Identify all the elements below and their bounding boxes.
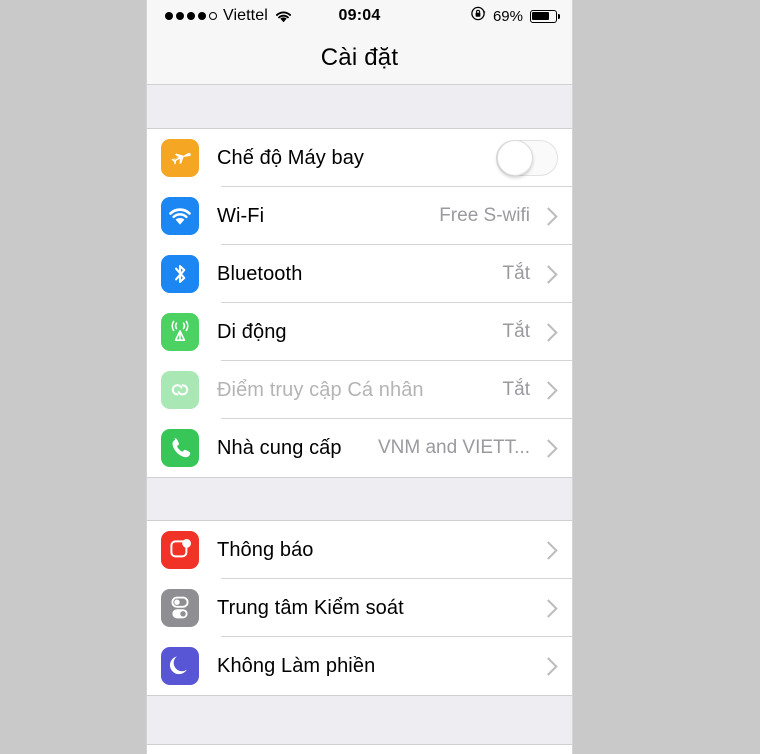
page-title: Cài đặt xyxy=(320,44,399,71)
chevron-right-icon xyxy=(539,264,558,284)
settings-row-value: Free S-wifi xyxy=(439,205,530,226)
settings-row-value: VNM and VIETT... xyxy=(377,437,530,458)
settings-row[interactable]: Không Làm phiền xyxy=(147,637,572,695)
settings-row-label: Wi-Fi xyxy=(217,204,265,227)
settings-row[interactable]: Bluetooth Tắt xyxy=(147,245,572,303)
settings-row-label: Không Làm phiền xyxy=(217,654,376,677)
battery-percentage: 69% xyxy=(492,7,523,25)
do-not-disturb-moon-icon xyxy=(161,647,199,685)
settings-row-label: Nhà cung cấp xyxy=(217,436,342,459)
settings-row[interactable]: Nhà cung cấp VNM and VIETT... xyxy=(147,419,572,477)
bluetooth-icon xyxy=(161,255,199,293)
chevron-right-icon xyxy=(539,540,558,560)
airplane-mode-toggle[interactable] xyxy=(496,140,558,176)
group-spacer-bottom xyxy=(147,695,572,745)
chevron-right-icon xyxy=(539,656,558,676)
settings-row: Điểm truy cập Cá nhân Tắt xyxy=(147,361,572,419)
settings-row[interactable]: Chế độ Máy bay xyxy=(147,129,572,187)
settings-row-label: Di động xyxy=(217,320,287,343)
toggle-knob xyxy=(497,140,533,176)
airplane-icon xyxy=(161,139,199,177)
settings-row-value: Tắt xyxy=(502,321,530,342)
settings-group-system: Thông báo Trung tâm Kiểm soát Không Làm ph… xyxy=(147,521,572,695)
settings-row-label: Thông báo xyxy=(217,538,314,561)
status-bar-right: 69% xyxy=(471,6,560,26)
settings-row[interactable]: Wi-Fi Free S-wifi xyxy=(147,187,572,245)
chevron-right-icon xyxy=(539,206,558,226)
settings-row[interactable]: Thông báo xyxy=(147,521,572,579)
settings-group-connectivity: Chế độ Máy bay Wi-Fi Free S-wifi Bluetooth T… xyxy=(147,129,572,477)
notifications-icon xyxy=(161,531,199,569)
chevron-right-icon xyxy=(539,438,558,458)
control-center-icon xyxy=(161,589,199,627)
settings-row-value: Tắt xyxy=(502,379,530,400)
chevron-right-icon xyxy=(539,322,558,342)
group-spacer-top xyxy=(147,85,572,129)
group-spacer-middle xyxy=(147,477,572,521)
personal-hotspot-icon xyxy=(161,371,199,409)
settings-row-label: Điểm truy cập Cá nhân xyxy=(217,378,424,401)
settings-row[interactable]: Trung tâm Kiểm soát xyxy=(147,579,572,637)
settings-row-value: Tắt xyxy=(502,263,530,284)
chevron-right-icon xyxy=(539,598,558,618)
cellular-antenna-icon xyxy=(161,313,199,351)
chevron-right-icon xyxy=(539,380,558,400)
rotation-lock-icon xyxy=(471,6,486,26)
settings-row[interactable]: Di động Tắt xyxy=(147,303,572,361)
battery-icon xyxy=(530,9,560,23)
phone-screen: Viettel 09:04 69% Cài đặt Chế độ Máy bay… xyxy=(146,0,573,754)
settings-row-label: Chế độ Máy bay xyxy=(217,146,365,169)
status-bar: Viettel 09:04 69% xyxy=(147,0,572,32)
phone-handset-icon xyxy=(161,429,199,467)
settings-row-label: Bluetooth xyxy=(217,262,303,285)
navigation-bar: Cài đặt xyxy=(147,32,572,85)
wifi-icon xyxy=(161,197,199,235)
settings-row-label: Trung tâm Kiểm soát xyxy=(217,596,404,619)
